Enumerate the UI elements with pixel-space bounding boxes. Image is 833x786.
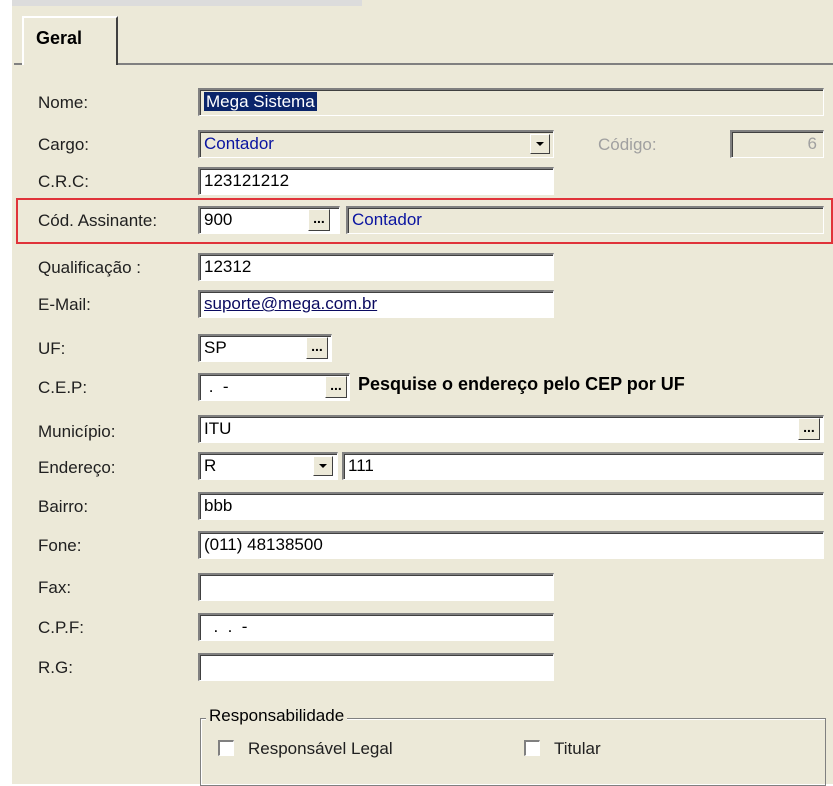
cod-assinante-value: 900	[204, 210, 233, 229]
email-label: E-Mail:	[38, 295, 91, 314]
fax-label: Fax:	[38, 578, 72, 597]
cargo-value: Contador	[204, 134, 274, 153]
fone-value: (011) 48138500	[204, 535, 323, 554]
cod-assinante-desc: Contador	[346, 206, 824, 234]
uf-label: UF:	[38, 339, 66, 358]
crc-input[interactable]: 123121212	[198, 167, 554, 195]
ellipsis-icon: ...	[313, 210, 325, 226]
ellipsis-icon: ...	[330, 377, 342, 393]
cod-assinante-label: Cód. Assinante:	[38, 211, 158, 230]
crc-value: 123121212	[204, 171, 290, 190]
codigo-value: 6	[807, 134, 817, 153]
municipio-value: ITU	[204, 419, 232, 438]
endereco-input[interactable]: 111	[342, 452, 824, 480]
nome-value: Mega Sistema	[204, 92, 317, 111]
cep-value: . -	[204, 377, 229, 396]
titular-label: Titular	[554, 739, 601, 758]
municipio-input[interactable]: ITU	[198, 415, 824, 443]
cpf-value: . . -	[204, 617, 248, 636]
bairro-value: bbb	[204, 496, 233, 515]
fone-label: Fone:	[38, 536, 82, 555]
tab-strip	[14, 16, 833, 65]
nome-field[interactable]: Mega Sistema	[198, 88, 824, 116]
ellipsis-icon: ...	[311, 338, 323, 354]
email-input[interactable]: suporte@mega.com.br	[198, 290, 554, 318]
email-value: suporte@mega.com.br	[204, 294, 378, 313]
titular-checkbox[interactable]	[524, 740, 540, 756]
cep-lookup-button[interactable]: ...	[325, 376, 347, 398]
fax-input[interactable]	[198, 573, 554, 601]
cpf-input[interactable]: . . -	[198, 613, 554, 641]
cargo-label: Cargo:	[38, 135, 90, 154]
nome-label: Nome:	[38, 93, 89, 112]
codigo-label: Código:	[598, 135, 657, 154]
municipio-lookup-button[interactable]: ...	[798, 418, 820, 440]
endereco-label: Endereço:	[38, 458, 116, 477]
rg-input[interactable]	[198, 653, 554, 681]
tab-geral[interactable]: Geral	[22, 16, 118, 65]
responsabilidade-legend: Responsabilidade	[206, 706, 348, 726]
cod-assinante-lookup-button[interactable]: ...	[308, 209, 330, 231]
qualificacao-value: 12312	[204, 257, 252, 276]
municipio-label: Município:	[38, 422, 116, 441]
bairro-input[interactable]: bbb	[198, 492, 824, 520]
cargo-select[interactable]: Contador	[198, 130, 554, 158]
endereco-type-dropdown-icon[interactable]	[313, 456, 333, 476]
uf-value: SP	[204, 338, 227, 357]
endereco-type-value: R	[204, 456, 217, 475]
qualificacao-label: Qualificação :	[38, 258, 141, 277]
responsavel-legal-checkbox[interactable]	[218, 740, 234, 756]
tab-label: Geral	[36, 28, 83, 48]
cep-label: C.E.P:	[38, 378, 88, 397]
cargo-dropdown-icon[interactable]	[530, 134, 550, 154]
cep-hint: Pesquise o endereço pelo CEP por UF	[358, 374, 685, 394]
rg-label: R.G:	[38, 658, 73, 677]
qualificacao-input[interactable]: 12312	[198, 253, 554, 281]
ellipsis-icon: ...	[803, 419, 815, 435]
crc-label: C.R.C:	[38, 172, 89, 191]
fone-input[interactable]: (011) 48138500	[198, 531, 824, 559]
cpf-label: C.P.F:	[38, 618, 84, 637]
uf-lookup-button[interactable]: ...	[306, 337, 328, 359]
endereco-value: 111	[348, 456, 374, 475]
responsavel-legal-label: Responsável Legal	[248, 739, 393, 758]
top-divider	[12, 0, 362, 6]
cod-assinante-desc-value: Contador	[352, 210, 422, 229]
codigo-field: 6	[730, 130, 824, 158]
bairro-label: Bairro:	[38, 497, 89, 516]
